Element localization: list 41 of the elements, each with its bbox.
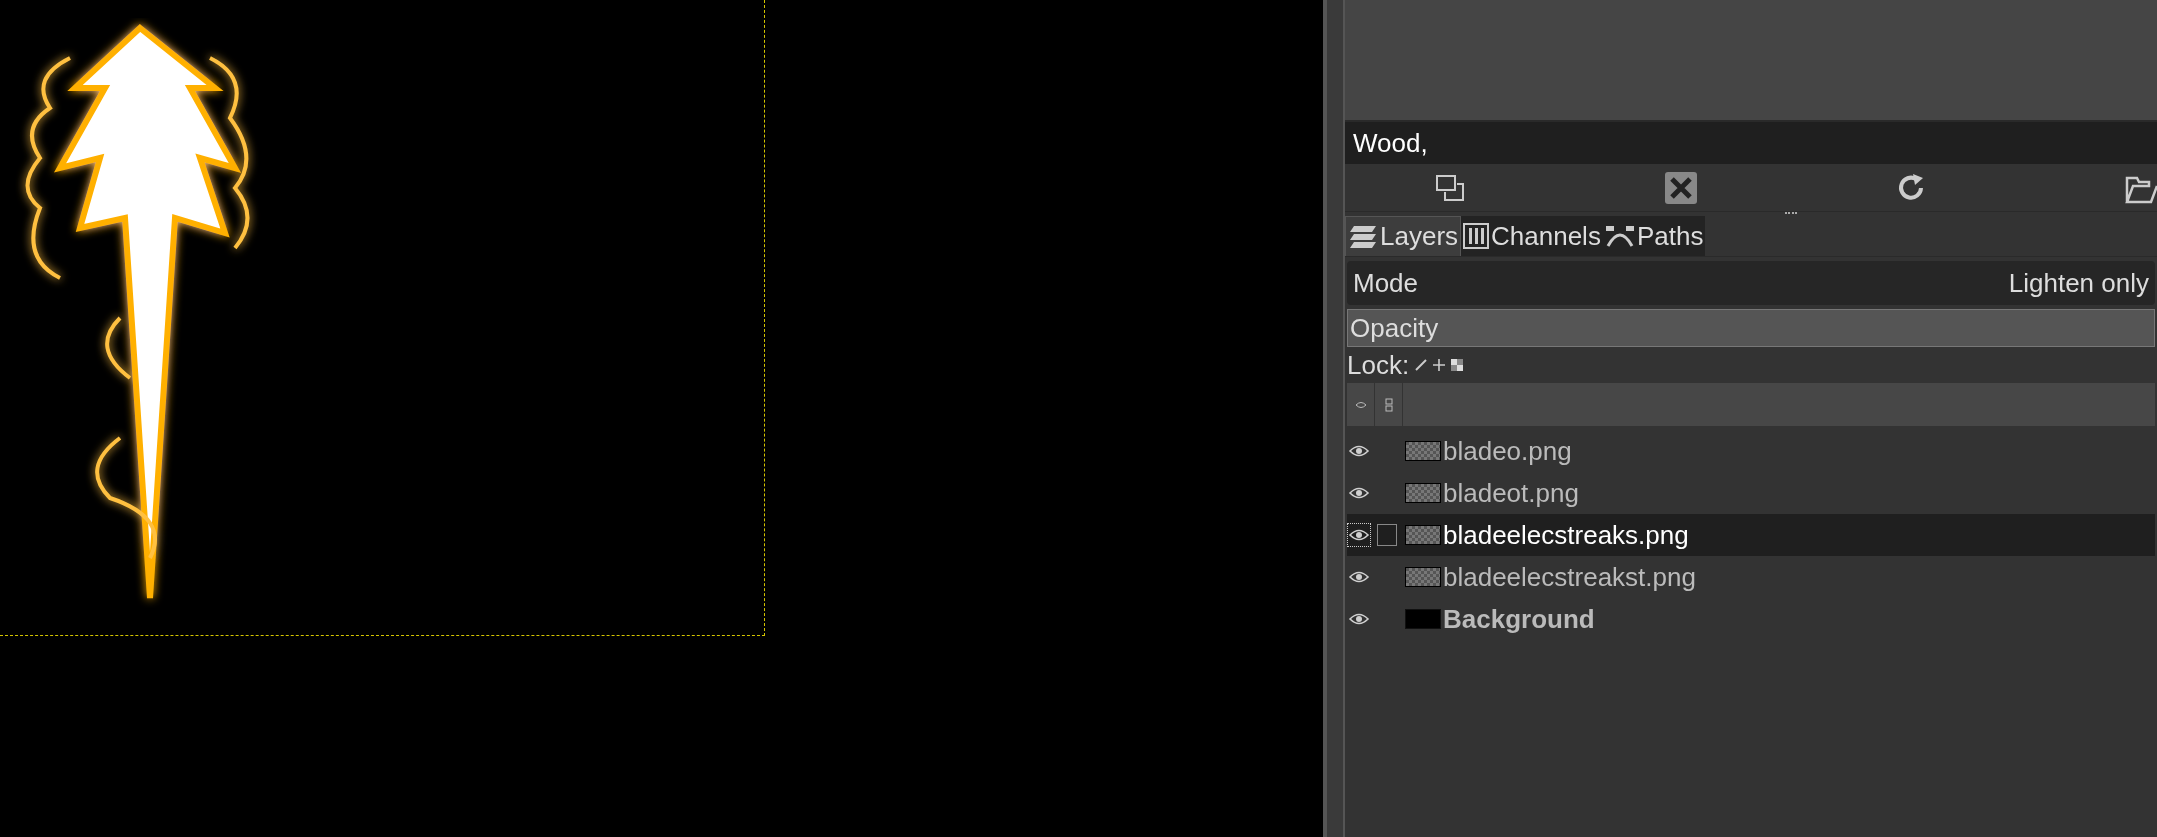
layers-icon [1348,223,1378,250]
layer-name: bladeot.png [1443,476,1579,510]
layer-thumbnail [1405,609,1441,629]
layer-thumbnail [1405,483,1441,503]
layer-row[interactable]: bladeot.png [1347,472,2155,514]
mode-dropdown[interactable]: Mode Lighten only [1347,261,2155,305]
dock-tab[interactable]: Channels [1461,216,1603,256]
move-icon[interactable] [1433,359,1446,371]
eye-icon[interactable] [1349,486,1369,500]
close-icon[interactable] [1663,170,1698,205]
layer-thumbnail [1405,567,1441,587]
layer-name: bladeo.png [1443,434,1572,468]
layer-name: Background [1443,602,1595,636]
layer-row[interactable]: bladeo.png [1347,430,2155,472]
layer-row[interactable]: bladeelecstreakst.png [1347,556,2155,598]
opacity-slider[interactable]: Opacity [1347,309,2155,347]
layer-thumbnail [1405,441,1441,461]
dock-tab[interactable]: Layers [1345,216,1462,256]
mode-value: Lighten only [2008,266,2149,300]
paths-icon [1604,224,1635,248]
checkerboard-icon[interactable] [1451,359,1464,371]
layer-name: bladeelecstreaks.png [1443,518,1689,552]
lock-label: Lock: [1347,348,1410,382]
opacity-label: Opacity [1350,311,1439,345]
brush-icon[interactable] [1415,359,1428,371]
eye-icon[interactable] [1349,570,1369,584]
layer-name: bladeelecstreakst.png [1443,560,1696,594]
chain-icon[interactable] [1384,397,1393,412]
eye-icon[interactable] [1349,528,1369,542]
layer-row[interactable]: Background [1347,598,2155,640]
dock-tab[interactable]: Paths [1602,216,1706,256]
eye-icon[interactable] [1349,444,1369,458]
channels-icon [1463,223,1490,249]
duplicate-icon[interactable] [1435,173,1465,202]
layer-thumbnail [1405,525,1441,545]
tags-field[interactable]: Wood, [1345,122,2157,164]
layer-row[interactable]: bladeelecstreaks.png [1347,514,2155,556]
drag-handle-icon[interactable] [1785,212,1797,215]
link-checkbox[interactable] [1377,524,1397,546]
eye-icon[interactable] [1349,612,1369,626]
mode-label: Mode [1353,266,1419,300]
